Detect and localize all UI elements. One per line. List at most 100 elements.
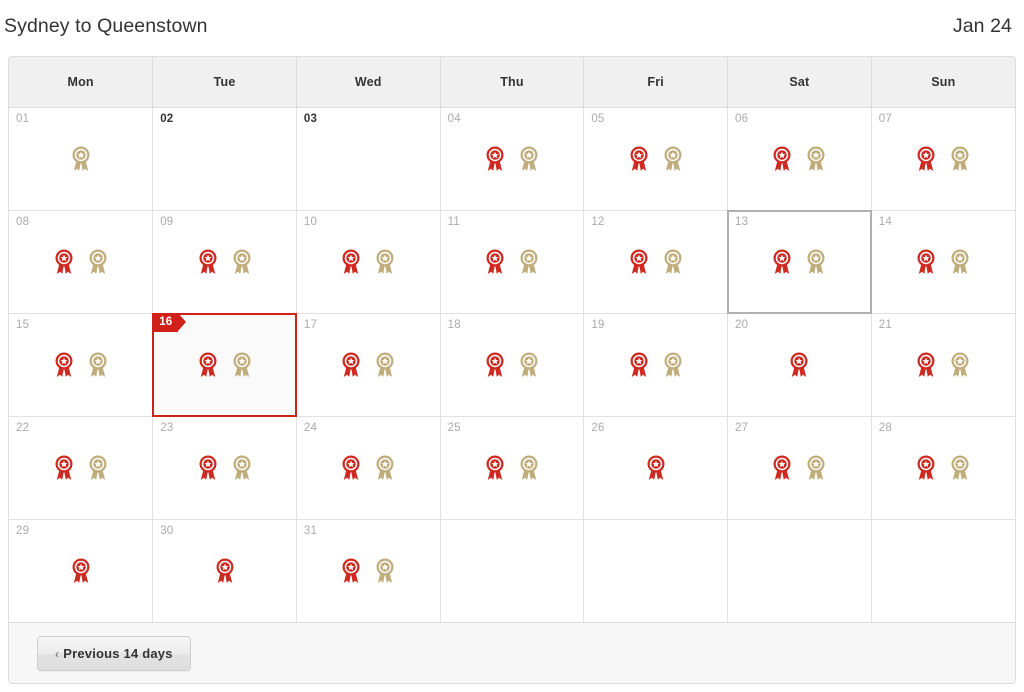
fare-cheap-indicator[interactable]	[199, 455, 217, 481]
calendar-day-cell-07[interactable]: 07	[871, 107, 1015, 211]
award-ribbon-icon	[55, 352, 73, 377]
calendar-day-cell-13[interactable]: 13	[727, 209, 872, 314]
fare-cheap-indicator[interactable]	[647, 455, 665, 481]
fare-cheap-indicator[interactable]	[216, 558, 234, 584]
fare-standard-indicator[interactable]	[89, 455, 107, 481]
calendar-day-cell-26[interactable]: 26	[583, 416, 729, 520]
calendar-day-cell-23[interactable]: 23	[152, 416, 297, 520]
fare-standard-indicator[interactable]	[520, 249, 538, 275]
fare-standard-indicator[interactable]	[807, 249, 825, 275]
fare-cheap-indicator[interactable]	[72, 558, 90, 584]
award-ribbon-icon	[376, 352, 394, 377]
fare-cheap-indicator[interactable]	[55, 249, 73, 275]
calendar-day-cell-06[interactable]: 06	[727, 107, 872, 211]
fare-cheap-indicator[interactable]	[773, 146, 791, 172]
fare-cheap-indicator[interactable]	[773, 249, 791, 275]
calendar-day-cell-02[interactable]: 02	[152, 107, 297, 211]
fare-cheap-indicator[interactable]	[917, 146, 935, 172]
fare-standard-indicator[interactable]	[376, 249, 394, 275]
calendar-day-cell-15[interactable]: 15	[9, 313, 154, 417]
calendar-day-cell-29[interactable]: 29	[9, 519, 154, 622]
fare-standard-indicator[interactable]	[520, 455, 538, 481]
fare-standard-indicator[interactable]	[376, 558, 394, 584]
fare-cheap-indicator[interactable]	[486, 455, 504, 481]
fare-cheap-indicator[interactable]	[342, 455, 360, 481]
fare-standard-indicator[interactable]	[951, 249, 969, 275]
fare-cheap-indicator[interactable]	[486, 249, 504, 275]
fare-cheap-indicator[interactable]	[486, 352, 504, 378]
fare-cheap-indicator[interactable]	[917, 352, 935, 378]
calendar-day-cell-14[interactable]: 14	[871, 210, 1015, 314]
calendar-day-cell-31[interactable]: 31	[296, 519, 441, 622]
award-ribbon-icon	[951, 352, 969, 377]
calendar-day-cell-empty	[871, 519, 1015, 622]
fare-standard-indicator[interactable]	[664, 146, 682, 172]
fare-standard-indicator[interactable]	[89, 352, 107, 378]
calendar-day-cell-08[interactable]: 08	[9, 210, 154, 314]
calendar-day-cell-03[interactable]: 03	[296, 107, 441, 211]
fare-standard-indicator[interactable]	[951, 146, 969, 172]
calendar-day-cell-10[interactable]: 10	[296, 210, 441, 314]
fare-standard-indicator[interactable]	[89, 249, 107, 275]
calendar-day-cell-01[interactable]: 01	[9, 107, 154, 211]
fare-cheap-indicator[interactable]	[630, 352, 648, 378]
calendar-day-cell-12[interactable]: 12	[583, 210, 729, 314]
fare-standard-indicator[interactable]	[807, 455, 825, 481]
fare-standard-indicator[interactable]	[233, 455, 251, 481]
calendar-day-cell-17[interactable]: 17	[296, 313, 441, 417]
calendar-day-cell-27[interactable]: 27	[727, 416, 872, 520]
calendar-day-cell-18[interactable]: 18	[440, 313, 585, 417]
fare-indicator-group	[297, 558, 440, 584]
fare-standard-indicator[interactable]	[520, 352, 538, 378]
fare-standard-indicator[interactable]	[376, 455, 394, 481]
calendar-day-cell-09[interactable]: 09	[152, 210, 297, 314]
fare-indicator-group	[872, 146, 1015, 172]
calendar-day-cell-25[interactable]: 25	[440, 416, 585, 520]
fare-standard-indicator[interactable]	[807, 146, 825, 172]
fare-cheap-indicator[interactable]	[630, 146, 648, 172]
day-number: 21	[878, 318, 892, 331]
fare-standard-indicator[interactable]	[72, 146, 90, 172]
fare-standard-indicator[interactable]	[664, 352, 682, 378]
calendar-day-cell-11[interactable]: 11	[440, 210, 585, 314]
calendar-day-cell-05[interactable]: 05	[583, 107, 729, 211]
calendar-day-cell-28[interactable]: 28	[871, 416, 1015, 520]
fare-cheap-indicator[interactable]	[55, 455, 73, 481]
award-ribbon-icon	[342, 558, 360, 583]
calendar-day-cell-24[interactable]: 24	[296, 416, 441, 520]
fare-standard-indicator[interactable]	[233, 249, 251, 275]
calendar-day-cell-20[interactable]: 20	[727, 313, 872, 417]
calendar-day-cell-21[interactable]: 21	[871, 313, 1015, 417]
award-ribbon-icon	[773, 249, 791, 274]
fare-standard-indicator[interactable]	[951, 455, 969, 481]
fare-cheap-indicator[interactable]	[773, 455, 791, 481]
fare-cheap-indicator[interactable]	[630, 249, 648, 275]
calendar-day-cell-empty	[727, 519, 872, 622]
fare-cheap-indicator[interactable]	[917, 455, 935, 481]
fare-standard-indicator[interactable]	[233, 352, 251, 378]
fare-cheap-indicator[interactable]	[55, 352, 73, 378]
calendar-day-cell-16[interactable]: 16	[152, 312, 297, 417]
award-ribbon-icon	[647, 455, 665, 480]
fare-indicator-group	[872, 249, 1015, 275]
fare-standard-indicator[interactable]	[376, 352, 394, 378]
fare-cheap-indicator[interactable]	[486, 146, 504, 172]
calendar-day-cell-04[interactable]: 04	[440, 107, 585, 211]
fare-cheap-indicator[interactable]	[917, 249, 935, 275]
fare-cheap-indicator[interactable]	[342, 249, 360, 275]
calendar-day-cell-19[interactable]: 19	[583, 313, 729, 417]
award-ribbon-icon	[342, 249, 360, 274]
calendar-day-cell-22[interactable]: 22	[9, 416, 154, 520]
award-ribbon-icon	[917, 352, 935, 377]
fare-standard-indicator[interactable]	[520, 146, 538, 172]
calendar-day-cell-30[interactable]: 30	[152, 519, 297, 622]
fare-cheap-indicator[interactable]	[199, 352, 217, 378]
fare-standard-indicator[interactable]	[951, 352, 969, 378]
fare-cheap-indicator[interactable]	[342, 352, 360, 378]
fare-standard-indicator[interactable]	[664, 249, 682, 275]
fare-cheap-indicator[interactable]	[790, 352, 808, 378]
award-ribbon-icon	[773, 146, 791, 171]
previous-14-days-button[interactable]: ‹ Previous 14 days	[37, 636, 191, 671]
fare-cheap-indicator[interactable]	[199, 249, 217, 275]
fare-cheap-indicator[interactable]	[342, 558, 360, 584]
